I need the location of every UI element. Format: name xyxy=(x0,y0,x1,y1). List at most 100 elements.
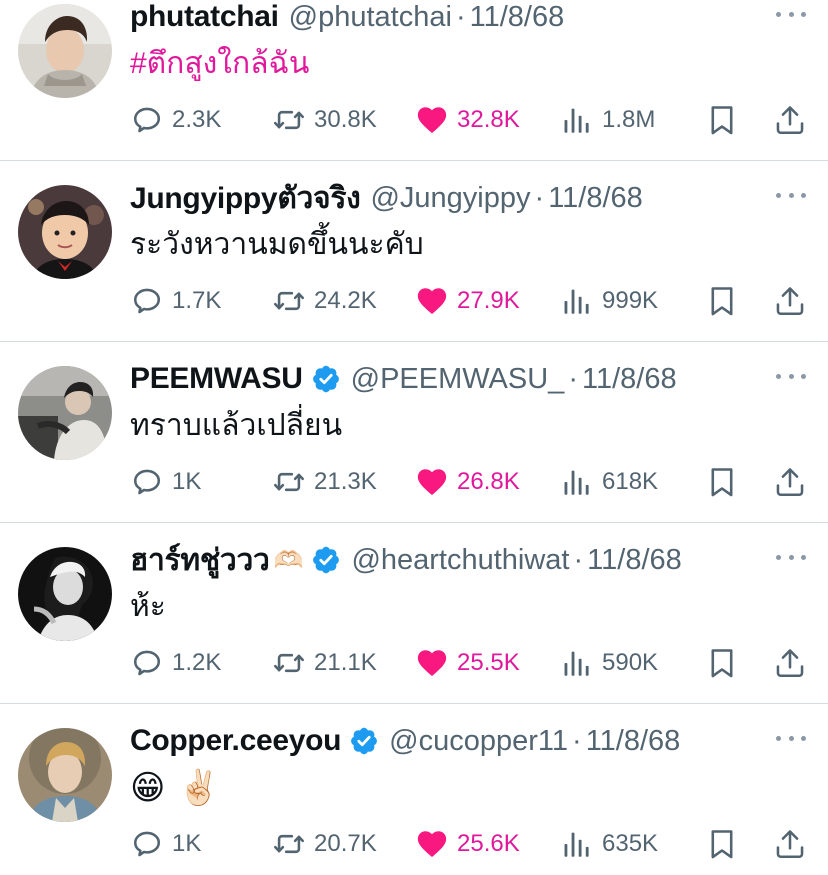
display-name[interactable]: Copper.ceeyou xyxy=(130,724,341,758)
views-button[interactable]: 635K xyxy=(560,823,658,865)
avatar[interactable] xyxy=(18,547,112,641)
like-button[interactable]: 25.6K xyxy=(415,823,520,865)
like-button[interactable]: 25.5K xyxy=(415,642,520,684)
views-button[interactable]: 618K xyxy=(560,461,658,503)
avatar[interactable] xyxy=(18,185,112,279)
reply-count: 1.7K xyxy=(172,287,222,314)
reply-button[interactable]: 2.3K xyxy=(130,99,221,141)
display-name[interactable]: PEEMWASU xyxy=(130,362,303,396)
reply-count: 1K xyxy=(172,830,202,857)
avatar[interactable] xyxy=(18,728,112,822)
retweet-button[interactable]: 20.7K xyxy=(272,823,377,865)
retweet-arrows-icon xyxy=(272,103,306,137)
reply-button[interactable]: 1.7K xyxy=(130,280,221,322)
reply-bubble-icon xyxy=(130,827,164,861)
heart-filled-icon xyxy=(415,465,449,499)
reply-bubble-icon xyxy=(130,103,164,137)
tweet-actions: 1K 20.7K 25.6K 635K xyxy=(130,823,810,865)
share-button[interactable] xyxy=(773,642,807,684)
display-name[interactable]: phutatchai xyxy=(130,0,279,34)
verified-badge-icon xyxy=(311,364,341,394)
bookmark-icon xyxy=(705,827,739,861)
avatar[interactable] xyxy=(18,4,112,98)
retweet-arrows-icon xyxy=(272,646,306,680)
views-button[interactable]: 999K xyxy=(560,280,658,322)
share-button[interactable] xyxy=(773,823,807,865)
tweet-row[interactable]: Copper.ceeyou @cucopper11 · 11/8/68 😁 ✌🏻 … xyxy=(0,704,828,875)
bookmark-button[interactable] xyxy=(705,642,739,684)
tweet-date[interactable]: 11/8/68 xyxy=(548,182,643,215)
reply-button[interactable]: 1K xyxy=(130,461,201,503)
bookmark-button[interactable] xyxy=(705,99,739,141)
emoji: 😁 xyxy=(130,769,166,807)
tweet-header: PEEMWASU @PEEMWASU_ · 11/8/68 xyxy=(130,360,677,398)
user-handle[interactable]: @phutatchai xyxy=(289,1,452,34)
views-button[interactable]: 590K xyxy=(560,642,658,684)
like-button[interactable]: 27.9K xyxy=(415,280,520,322)
avatar[interactable] xyxy=(18,366,112,460)
tweet-row[interactable]: ฮาร์ทชู่ววว 🫶🏻 @heartchuthiwat · 11/8/68… xyxy=(0,523,828,704)
retweet-button[interactable]: 21.3K xyxy=(272,461,377,503)
reply-count: 2.3K xyxy=(172,106,222,133)
share-upload-icon xyxy=(773,827,807,861)
like-button[interactable]: 32.8K xyxy=(415,99,520,141)
reply-button[interactable]: 1.2K xyxy=(130,642,221,684)
name-emoji: 🫶🏻 xyxy=(273,546,304,574)
more-dots-icon[interactable] xyxy=(776,12,806,22)
separator-dot: · xyxy=(455,0,466,33)
tweet-date[interactable]: 11/8/68 xyxy=(582,363,677,396)
views-button[interactable]: 1.8M xyxy=(560,99,655,141)
more-dots-icon[interactable] xyxy=(776,193,806,203)
bookmark-button[interactable] xyxy=(705,823,739,865)
tweet-date[interactable]: 11/8/68 xyxy=(587,544,682,577)
user-handle[interactable]: @PEEMWASU_ xyxy=(351,363,565,396)
tweet-header: Jungyippyตัวจริง @Jungyippy · 11/8/68 xyxy=(130,179,643,217)
bar-chart-icon xyxy=(560,465,594,499)
view-count: 999K xyxy=(602,287,659,314)
share-button[interactable] xyxy=(773,280,807,322)
bookmark-icon xyxy=(705,646,739,680)
hashtag-link[interactable]: #ตึกสูงใกล้ฉัน xyxy=(130,44,309,84)
tweet-row[interactable]: PEEMWASU @PEEMWASU_ · 11/8/68 ทราบแล้วเป… xyxy=(0,342,828,523)
retweet-button[interactable]: 24.2K xyxy=(272,280,377,322)
display-name[interactable]: Jungyippyตัวจริง xyxy=(130,175,361,222)
bar-chart-icon xyxy=(560,284,594,318)
more-dots-icon[interactable] xyxy=(776,736,806,746)
heart-filled-icon xyxy=(415,646,449,680)
separator-dot: · xyxy=(568,362,578,395)
reply-bubble-icon xyxy=(130,465,164,499)
bookmark-button[interactable] xyxy=(705,280,739,322)
retweet-count: 20.7K xyxy=(314,830,377,857)
bookmark-button[interactable] xyxy=(705,461,739,503)
tweet-row[interactable]: Jungyippyตัวจริง @Jungyippy · 11/8/68 ระ… xyxy=(0,161,828,342)
user-handle[interactable]: @cucopper11 xyxy=(389,725,568,758)
tweet-date[interactable]: 11/8/68 xyxy=(586,725,681,758)
tweet-actions: 1.2K 21.1K 25.5K 590K xyxy=(130,642,810,684)
like-count: 25.6K xyxy=(457,830,520,857)
share-upload-icon xyxy=(773,284,807,318)
tweet-row[interactable]: phutatchai @phutatchai · 11/8/68 #ตึกสูง… xyxy=(0,0,828,161)
user-handle[interactable]: @Jungyippy xyxy=(370,182,530,215)
tweet-text: ทราบแล้วเปลี่ยน xyxy=(130,409,343,442)
share-button[interactable] xyxy=(773,99,807,141)
tweet-header: Copper.ceeyou @cucopper11 · 11/8/68 xyxy=(130,722,680,760)
reply-button[interactable]: 1K xyxy=(130,823,201,865)
tweet-text: ห้ะ xyxy=(130,590,166,623)
tweet-header: phutatchai @phutatchai · 11/8/68 xyxy=(130,0,564,36)
tweet-date[interactable]: 11/8/68 xyxy=(470,1,565,34)
more-dots-icon[interactable] xyxy=(776,555,806,565)
tweet-actions: 1K 21.3K 26.8K 618K xyxy=(130,461,810,503)
view-count: 618K xyxy=(602,468,659,495)
retweet-count: 30.8K xyxy=(314,106,377,133)
user-handle[interactable]: @heartchuthiwat xyxy=(351,544,569,577)
bar-chart-icon xyxy=(560,103,594,137)
like-button[interactable]: 26.8K xyxy=(415,461,520,503)
share-button[interactable] xyxy=(773,461,807,503)
retweet-button[interactable]: 21.1K xyxy=(272,642,377,684)
retweet-count: 24.2K xyxy=(314,287,377,314)
view-count: 635K xyxy=(602,830,659,857)
retweet-count: 21.1K xyxy=(314,649,377,676)
more-dots-icon[interactable] xyxy=(776,374,806,384)
retweet-button[interactable]: 30.8K xyxy=(272,99,377,141)
display-name[interactable]: ฮาร์ทชู่ววว xyxy=(130,537,270,584)
